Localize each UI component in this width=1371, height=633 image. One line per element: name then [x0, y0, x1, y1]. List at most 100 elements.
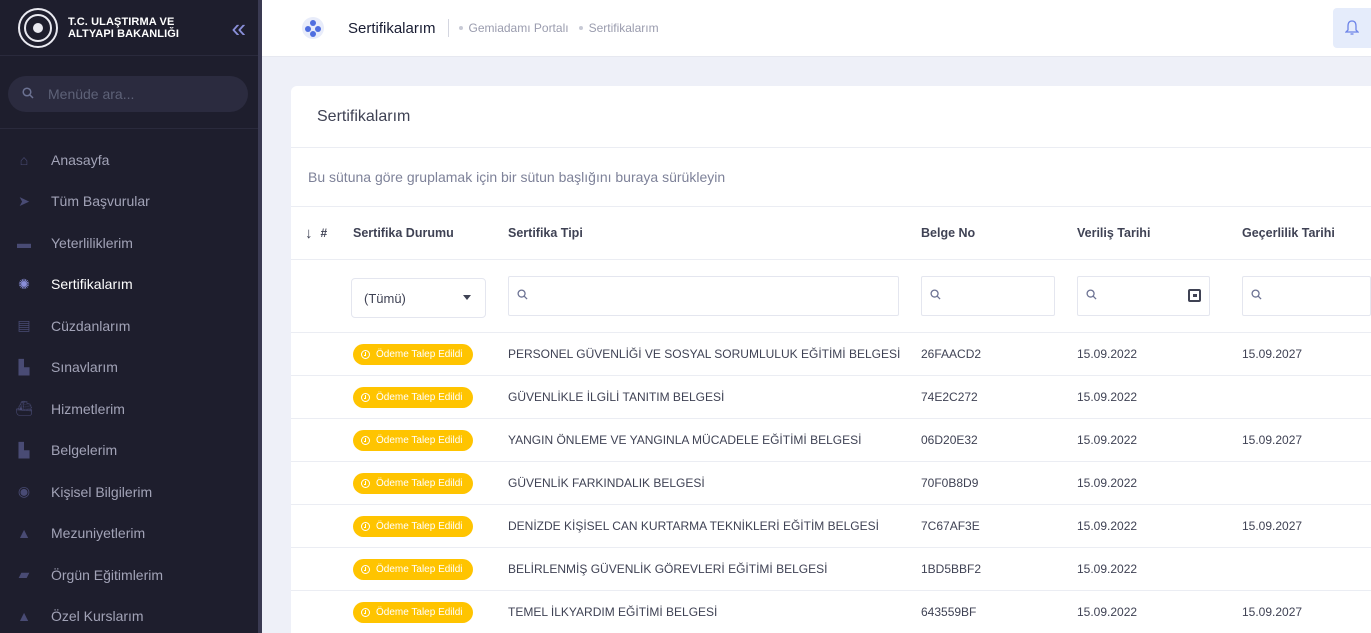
- issue-date-cell: 15.09.2022: [1077, 433, 1138, 447]
- sidebar-item-label: Kişisel Bilgilerim: [51, 483, 153, 500]
- clock-icon: [361, 435, 370, 445]
- issue-date-cell: 15.09.2022: [1077, 519, 1138, 533]
- document-no-cell: 74E2C272: [921, 390, 978, 404]
- certificates-card: Sertifikalarım Bu sütuna göre gruplamak …: [291, 86, 1371, 633]
- status-badge-label: Ödeme Talep Edildi: [376, 606, 463, 618]
- certificate-type-cell: BELİRLENMİŞ GÜVENLİK GÖREVLERİ EĞİTİMİ B…: [508, 562, 828, 576]
- sort-arrow-down-icon: ↓: [305, 224, 313, 242]
- brand-line-1: T.C. ULAŞTIRMA VE: [68, 15, 175, 28]
- sidebar-scrollbar[interactable]: [258, 0, 262, 633]
- document-no-cell: 1BD5BBF2: [921, 562, 982, 576]
- sidebar-item-label: Örgün Eğitimlerim: [51, 566, 164, 583]
- sidebar-item-8[interactable]: ▙ Belgelerim: [0, 430, 262, 472]
- clock-icon: [361, 392, 370, 402]
- document-no-cell: 26FAACD2: [921, 347, 982, 361]
- certificate-type-cell: DENİZDE KİŞİSEL CAN KURTARMA TEKNİKLERİ …: [508, 519, 879, 533]
- index-column-header[interactable]: ↓ #: [305, 207, 327, 259]
- document-no-cell: 7C67AF3E: [921, 519, 980, 533]
- status-cell: Ödeme Talep Edildi: [353, 376, 473, 418]
- portal-logo-icon: [302, 17, 324, 39]
- sidebar-item-label: Anasayfa: [51, 151, 110, 168]
- issue-date-column-header[interactable]: Veriliş Tarihi: [1077, 207, 1150, 259]
- status-badge: Ödeme Talep Edildi: [353, 343, 473, 365]
- menu-search-input[interactable]: [48, 86, 218, 102]
- breadcrumb-current[interactable]: Sertifikalarım: [589, 21, 659, 35]
- table-row[interactable]: Ödeme Talep Edildi YANGIN ÖNLEME VE YANGI…: [291, 419, 1371, 462]
- document-no-column-header[interactable]: Belge No: [921, 207, 975, 259]
- status-badge-label: Ödeme Talep Edildi: [376, 477, 463, 489]
- validity-date-cell: 15.09.2027: [1242, 605, 1303, 619]
- sidebar-item-10[interactable]: ▲ Mezuniyetlerim: [0, 513, 262, 555]
- type-filter-input[interactable]: [508, 276, 899, 316]
- sidebar-item-5[interactable]: ▤ Cüzdanlarım: [0, 305, 262, 347]
- status-badge: Ödeme Talep Edildi: [353, 558, 473, 580]
- sidebar-item-3[interactable]: ▬ Yeterliliklerim: [0, 222, 262, 264]
- sidebar-item-label: Tüm Başvurular: [51, 193, 150, 210]
- sidebar-item-4[interactable]: ✺ Sertifikalarım: [0, 264, 262, 306]
- double-chevron-left-icon[interactable]: «: [232, 15, 246, 41]
- sidebar-item-label: Sınavlarım: [51, 359, 118, 376]
- validity-date-filter-input[interactable]: [1242, 276, 1371, 316]
- sidebar-item-9[interactable]: ◉ Kişisel Bilgilerim: [0, 471, 262, 513]
- book-icon: ▰: [18, 566, 30, 583]
- brand: T.C. ULAŞTIRMA VE ALTYAPI BAKANLIĞI «: [0, 0, 262, 56]
- search-icon: [930, 289, 941, 303]
- ship-icon: ⛴: [15, 400, 33, 417]
- home-icon: ⌂: [19, 151, 29, 168]
- graduation-cap-icon: ▲: [17, 608, 31, 625]
- page-title: Sertifikalarım: [348, 19, 436, 37]
- group-panel[interactable]: Bu sütuna göre gruplamak için bir sütun …: [291, 148, 1371, 207]
- briefcase-icon: ▬: [17, 234, 31, 251]
- sidebar-item-7[interactable]: ⛴ Hizmetlerim: [0, 388, 262, 430]
- breadcrumb-dot: [578, 26, 583, 30]
- sidebar-item-label: Özel Kurslarım: [51, 608, 144, 625]
- paper-plane-icon: ➤: [18, 192, 30, 209]
- card-title: Sertifikalarım: [291, 86, 1371, 148]
- table-row[interactable]: Ödeme Talep Edildi DENİZDE KİŞİSEL CAN KU…: [291, 505, 1371, 548]
- clock-icon: [361, 478, 370, 488]
- sidebar-item-6[interactable]: ▙ Sınavlarım: [0, 347, 262, 389]
- graduation-cap-icon: ▲: [17, 525, 31, 542]
- document-no-filter-input[interactable]: [921, 276, 1055, 316]
- status-badge: Ödeme Talep Edildi: [353, 601, 473, 623]
- breadcrumb-item[interactable]: Sertifikalarım: [578, 21, 659, 35]
- breadcrumb-item[interactable]: Gemiadamı Portalı: [458, 21, 569, 35]
- file-icon: ▙: [18, 441, 30, 458]
- status-badge-label: Ödeme Talep Edildi: [376, 348, 463, 360]
- status-filter-select[interactable]: (Tümü): [351, 278, 486, 318]
- clock-icon: [361, 607, 370, 617]
- status-badge: Ödeme Talep Edildi: [353, 472, 473, 494]
- issue-date-filter-input[interactable]: [1077, 276, 1210, 316]
- top-header: Sertifikalarım Gemiadamı Portalı Sertifi…: [262, 0, 1371, 56]
- status-cell: Ödeme Talep Edildi: [353, 333, 473, 375]
- clock-icon: [361, 349, 370, 359]
- type-column-header[interactable]: Sertifika Tipi: [508, 207, 583, 259]
- table-row[interactable]: Ödeme Talep Edildi GÜVENLİKLE İLGİLİ TANI…: [291, 376, 1371, 419]
- sidebar-item-label: Mezuniyetlerim: [51, 525, 146, 542]
- status-cell: Ödeme Talep Edildi: [353, 548, 473, 590]
- status-column-header[interactable]: Sertifika Durumu: [353, 207, 454, 259]
- certificate-type-cell: GÜVENLİKLE İLGİLİ TANITIM BELGESİ: [508, 390, 725, 404]
- table-row[interactable]: Ödeme Talep Edildi GÜVENLİK FARKINDALIK B…: [291, 462, 1371, 505]
- table-row[interactable]: Ödeme Talep Edildi PERSONEL GÜVENLİĞİ VE …: [291, 333, 1371, 376]
- sidebar-item-label: Belgelerim: [51, 442, 118, 459]
- sidebar-item-1[interactable]: ⌂ Anasayfa: [0, 139, 262, 181]
- breadcrumb-portal[interactable]: Gemiadamı Portalı: [469, 21, 569, 35]
- sidebar: T.C. ULAŞTIRMA VE ALTYAPI BAKANLIĞI « ⌂ A…: [0, 0, 262, 633]
- clock-icon: [361, 564, 370, 574]
- table-row[interactable]: Ödeme Talep Edildi BELİRLENMİŞ GÜVENLİK G…: [291, 548, 1371, 591]
- validity-date-cell: 15.09.2027: [1242, 347, 1303, 361]
- menu-search: [0, 56, 262, 129]
- sidebar-item-label: Yeterliliklerim: [51, 234, 133, 251]
- document-no-cell: 06D20E32: [921, 433, 978, 447]
- bell-icon[interactable]: [1333, 8, 1371, 48]
- table-row[interactable]: Ödeme Talep Edildi TEMEL İLKYARDIM EĞİTİM…: [291, 591, 1371, 633]
- validity-date-column-header[interactable]: Geçerlilik Tarihi: [1242, 207, 1335, 259]
- status-badge-label: Ödeme Talep Edildi: [376, 391, 463, 403]
- sidebar-item-12[interactable]: ▲ Özel Kurslarım: [0, 596, 262, 633]
- table-body: Ödeme Talep Edildi PERSONEL GÜVENLİĞİ VE …: [291, 333, 1371, 633]
- calendar-icon[interactable]: [1188, 289, 1201, 302]
- sidebar-item-11[interactable]: ▰ Örgün Eğitimlerim: [0, 554, 262, 596]
- status-cell: Ödeme Talep Edildi: [353, 505, 473, 547]
- sidebar-item-2[interactable]: ➤ Tüm Başvurular: [0, 181, 262, 223]
